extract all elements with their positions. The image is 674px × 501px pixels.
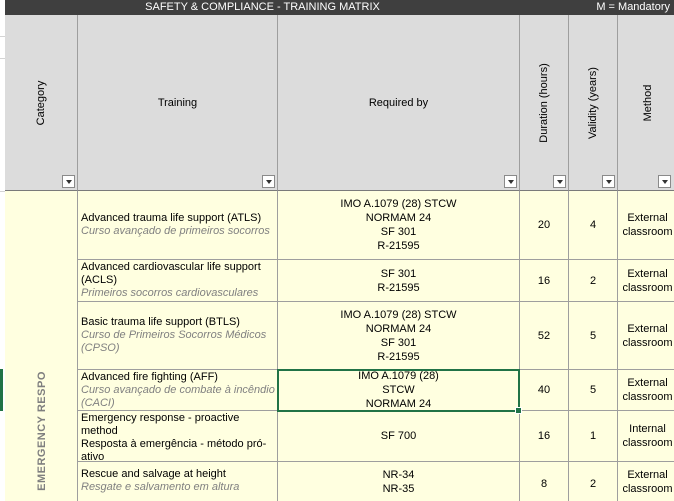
filter-dropdown-icon[interactable]: [62, 175, 75, 188]
requirement: R-21595: [377, 281, 420, 294]
validity-cell[interactable]: 5: [569, 370, 618, 411]
requirement: NORMAM 24: [365, 322, 432, 335]
training-translation: Curso avançado de combate à incêndio (CA…: [81, 384, 275, 409]
requirement: SF 700: [380, 430, 417, 442]
requirement: STCW: [382, 384, 415, 396]
duration-cell[interactable]: 8: [520, 462, 569, 501]
training-translation: Primeiros socorros cardiovasculares: [81, 287, 259, 299]
required-by-cell[interactable]: IMO A.1079 (28) STCW NORMAM 24 SF 301 R-…: [278, 302, 520, 370]
method-cell[interactable]: External classroom: [618, 370, 674, 411]
header-duration[interactable]: Duration (hours): [520, 15, 569, 191]
required-by-cell[interactable]: IMO A.1079 (28) STCW NORMAM 24 SF 301 R-…: [278, 191, 520, 260]
required-by-cell[interactable]: IMO A.1079 (28) STCW NORMAM 24: [278, 370, 520, 411]
filter-dropdown-icon[interactable]: [262, 175, 275, 188]
header-required-by[interactable]: Required by: [278, 15, 520, 191]
requirement: IMO A.1079 (28): [358, 370, 439, 382]
method-line: Internal: [629, 423, 666, 435]
training-name: Advanced cardiovascular life support (AC…: [81, 261, 261, 286]
title-bar[interactable]: SAFETY & COMPLIANCE - TRAINING MATRIX M …: [5, 0, 674, 15]
required-by-cell[interactable]: SF 700: [278, 411, 520, 462]
requirement: SF 301: [380, 267, 417, 280]
method-line: External: [627, 377, 668, 389]
training-translation: Curso avançado de primeiros socorros: [81, 225, 270, 237]
training-name: Rescue and salvage at height: [81, 468, 226, 480]
filter-dropdown-icon[interactable]: [658, 175, 671, 188]
method-line: classroom: [622, 483, 673, 495]
filter-dropdown-icon[interactable]: [504, 175, 517, 188]
category-label: EMERGENCY RESPO: [36, 371, 48, 491]
spreadsheet-sheet: SAFETY & COMPLIANCE - TRAINING MATRIX M …: [0, 0, 674, 501]
validity-cell[interactable]: 2: [569, 462, 618, 501]
requirement: IMO A.1079 (28) STCW: [340, 308, 457, 321]
method-cell[interactable]: External classroom: [618, 302, 674, 370]
training-translation: Resgate e salvamento em altura: [81, 481, 240, 493]
training-name: Advanced fire fighting (AFF): [81, 371, 218, 383]
requirement: R-21595: [377, 240, 420, 252]
header-validity[interactable]: Validity (years): [569, 15, 618, 191]
requirement: NORMAM 24: [365, 398, 432, 410]
method-line: classroom: [622, 391, 673, 403]
duration-cell[interactable]: 40: [520, 370, 569, 411]
filter-dropdown-icon[interactable]: [602, 175, 615, 188]
method-line: classroom: [622, 281, 673, 294]
method-line: External: [627, 212, 668, 224]
validity-cell[interactable]: 1: [569, 411, 618, 462]
header-required-by-label: Required by: [368, 97, 429, 109]
method-cell[interactable]: External classroom: [618, 191, 674, 260]
training-cell[interactable]: Advanced trauma life support (ATLS) Curs…: [78, 191, 278, 260]
requirement: R-21595: [377, 350, 420, 363]
method-line: External: [627, 322, 668, 335]
header-validity-label: Validity (years): [587, 67, 599, 139]
validity-cell[interactable]: 4: [569, 191, 618, 260]
header-category-label: Category: [35, 80, 47, 126]
method-line: External: [627, 469, 668, 481]
training-name: Emergency response - proactive method: [81, 412, 240, 437]
category-cell-emergency-response[interactable]: EMERGENCY RESPO: [5, 191, 78, 501]
header-training[interactable]: Training: [78, 15, 278, 191]
header-training-label: Training: [157, 97, 198, 109]
method-line: classroom: [622, 437, 673, 449]
duration-cell[interactable]: 52: [520, 302, 569, 370]
required-by-cell[interactable]: NR-34 NR-35: [278, 462, 520, 501]
requirement: NR-34: [382, 469, 415, 481]
training-cell[interactable]: Basic trauma life support (BTLS) Curso d…: [78, 302, 278, 370]
sheet-title: SAFETY & COMPLIANCE - TRAINING MATRIX: [145, 1, 380, 13]
requirement: NR-35: [382, 483, 415, 495]
method-cell[interactable]: External classroom: [618, 260, 674, 302]
required-by-cell[interactable]: SF 301 R-21595: [278, 260, 520, 302]
duration-cell[interactable]: 20: [520, 191, 569, 260]
training-cell[interactable]: Advanced cardiovascular life support (AC…: [78, 260, 278, 302]
validity-cell[interactable]: 5: [569, 302, 618, 370]
requirement: NORMAM 24: [365, 212, 432, 224]
method-cell[interactable]: External classroom: [618, 462, 674, 501]
filter-dropdown-icon[interactable]: [553, 175, 566, 188]
training-cell[interactable]: Emergency response - proactive method Re…: [78, 411, 278, 462]
header-duration-label: Duration (hours): [538, 63, 550, 143]
requirement: SF 301: [380, 226, 417, 238]
duration-cell[interactable]: 16: [520, 411, 569, 462]
header-method[interactable]: Method: [618, 15, 674, 191]
method-line: External: [627, 267, 668, 280]
active-row-marker: [0, 369, 3, 411]
mandatory-legend: M = Mandatory: [596, 1, 670, 13]
training-cell[interactable]: Advanced fire fighting (AFF) Curso avanç…: [78, 370, 278, 411]
header-category[interactable]: Category: [5, 15, 78, 191]
method-line: classroom: [622, 336, 673, 349]
requirement: IMO A.1079 (28) STCW: [340, 198, 457, 210]
requirement: SF 301: [380, 336, 417, 349]
training-name: Basic trauma life support (BTLS): [81, 316, 240, 328]
method-line: classroom: [622, 226, 673, 238]
training-translation: Curso de Primeiros Socorros Médicos (CPS…: [81, 329, 267, 354]
training-name: Advanced trauma life support (ATLS): [81, 212, 262, 224]
header-method-label: Method: [641, 84, 654, 122]
duration-cell[interactable]: 16: [520, 260, 569, 302]
validity-cell[interactable]: 2: [569, 260, 618, 302]
training-cell[interactable]: Rescue and salvage at height Resgate e s…: [78, 462, 278, 501]
method-cell[interactable]: Internal classroom: [618, 411, 674, 462]
training-name-secondary: Resposta à emergência - método pró-ativo: [81, 438, 267, 462]
